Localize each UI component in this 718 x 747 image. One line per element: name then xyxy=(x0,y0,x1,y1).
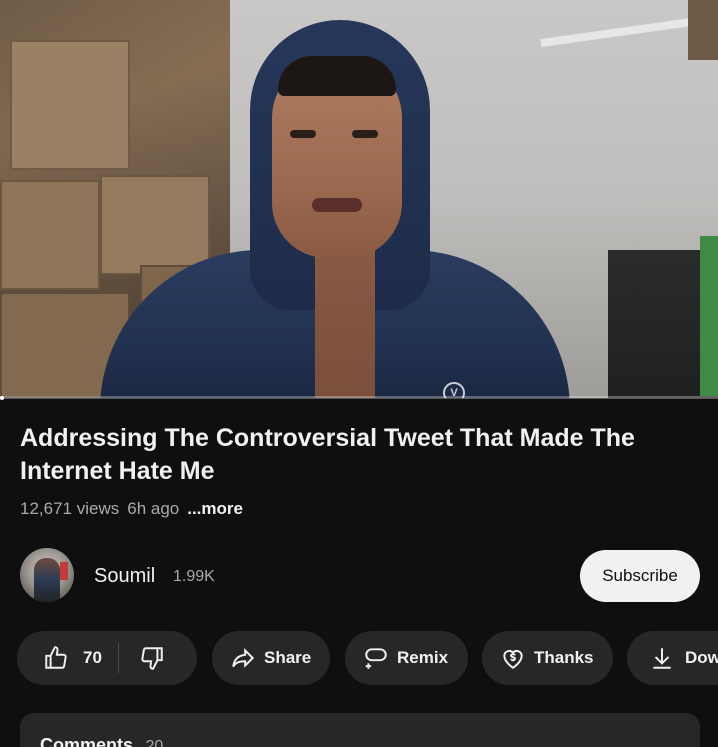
upload-age: 6h ago xyxy=(127,499,180,518)
watch-page: V Addressing The Controversial Tweet Tha… xyxy=(0,0,718,747)
download-icon xyxy=(653,648,671,669)
action-bar: 70 Share Remix Thanks Dow xyxy=(17,631,718,685)
share-arrow-icon xyxy=(232,648,255,668)
comments-count: 20 xyxy=(145,738,164,747)
subscribe-button[interactable]: Subscribe xyxy=(580,550,700,602)
dislike-button[interactable] xyxy=(119,631,165,685)
remix-button[interactable]: Remix xyxy=(345,631,468,685)
heart-dollar-icon xyxy=(503,650,523,669)
channel-name[interactable]: Soumil xyxy=(94,565,155,588)
remix-icon xyxy=(365,648,387,669)
share-label: Share xyxy=(264,648,312,667)
thumbs-up-icon xyxy=(45,646,67,669)
subscriber-count: 1.99K xyxy=(173,568,215,585)
video-title[interactable]: Addressing The Controversial Tweet That … xyxy=(20,422,700,488)
download-button[interactable]: Dow xyxy=(627,631,718,685)
comments-title: Comments xyxy=(40,735,134,747)
thumbs-down-icon xyxy=(141,647,163,670)
video-progress-scrubber[interactable] xyxy=(0,396,4,400)
share-button[interactable]: Share xyxy=(212,631,330,685)
like-count: 70 xyxy=(83,648,102,667)
video-person: V xyxy=(100,20,570,398)
comments-card[interactable]: Comments 20 xyxy=(20,713,700,747)
video-shelf xyxy=(688,0,718,60)
more-link[interactable]: ...more xyxy=(187,499,243,519)
video-green-panel xyxy=(700,236,718,396)
thanks-button[interactable]: Thanks xyxy=(482,631,613,685)
like-button[interactable]: 70 xyxy=(17,631,102,685)
channel-avatar[interactable] xyxy=(20,548,74,602)
like-dislike-pill: 70 xyxy=(17,631,197,685)
remix-label: Remix xyxy=(397,648,449,667)
video-progress-bar[interactable] xyxy=(0,396,718,399)
thanks-label: Thanks xyxy=(534,648,594,667)
video-meta[interactable]: 12,671 views 6h ago ...more xyxy=(20,499,243,519)
view-count: 12,671 views xyxy=(20,499,120,518)
channel-row: Soumil 1.99K Subscribe xyxy=(20,548,700,604)
video-player[interactable]: V xyxy=(0,0,718,398)
download-label: Dow xyxy=(685,648,718,667)
